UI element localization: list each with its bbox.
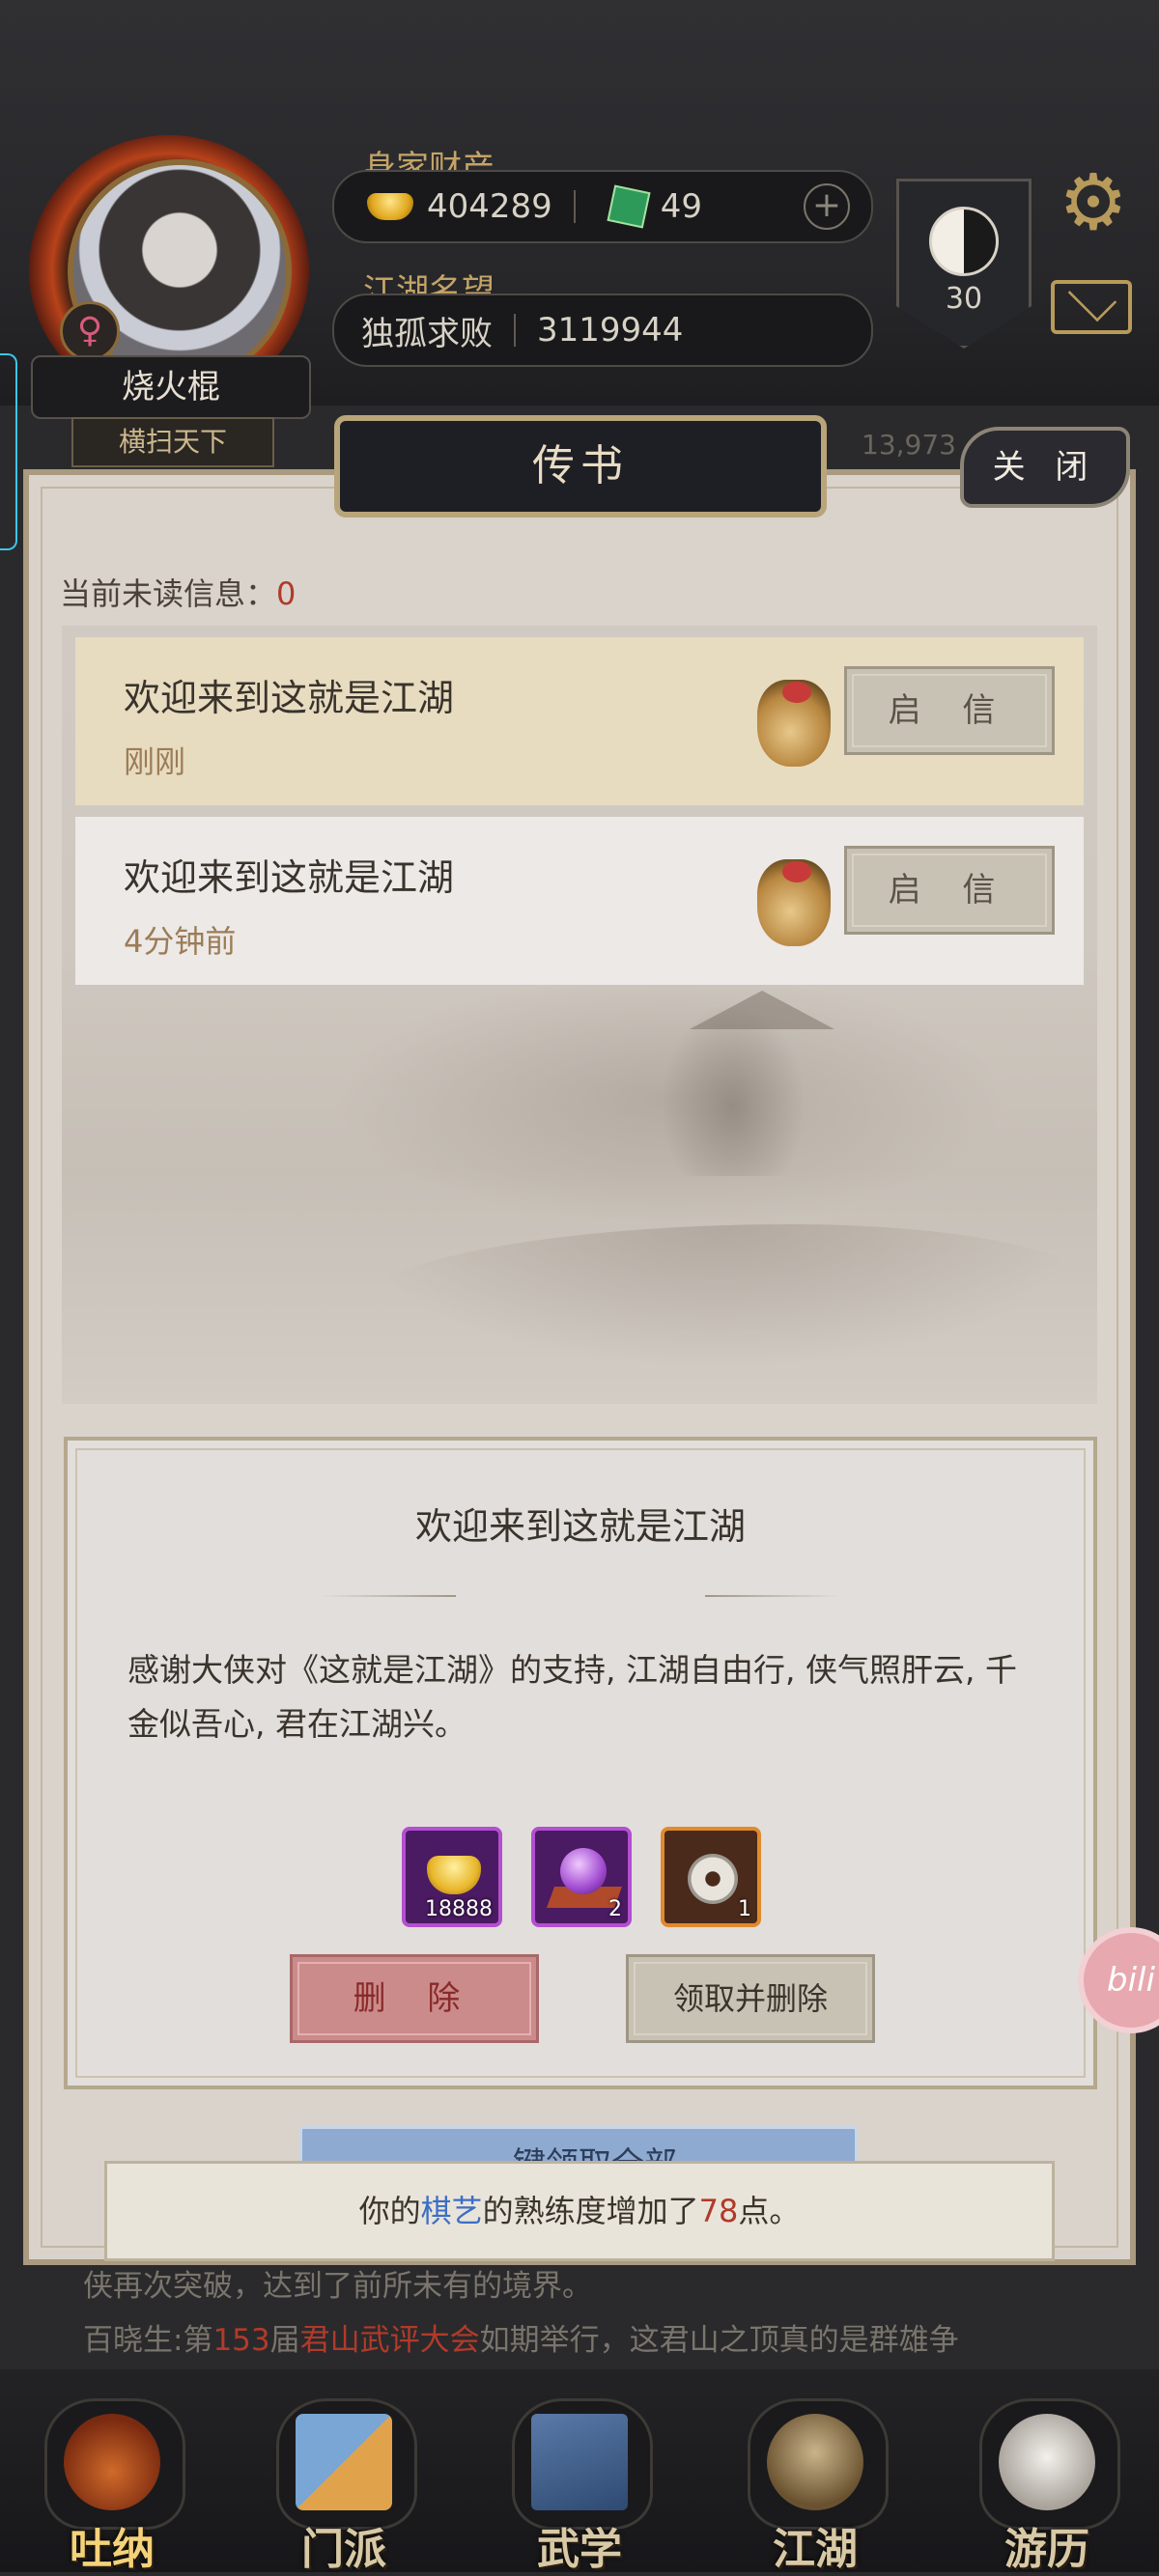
news-number: 153 xyxy=(212,2323,270,2358)
detail-title: 欢迎来到这就是江湖 xyxy=(414,1505,746,1548)
nav-jianghu[interactable]: 江湖 xyxy=(738,2389,892,2574)
toast-suffix: 点。 xyxy=(738,2193,801,2229)
jade-amount: 49 xyxy=(660,187,703,226)
player-title: 横扫天下 xyxy=(71,417,274,467)
jade-disc-icon xyxy=(688,1854,738,1904)
reward-gold-ingot[interactable]: 18888 xyxy=(402,1827,502,1927)
ornament-right xyxy=(705,1595,840,1597)
nav-martial[interactable]: 武学 xyxy=(502,2389,657,2574)
mail-time: 刚刚 xyxy=(124,743,186,780)
reputation-bar: 独孤求败 3119944 xyxy=(332,294,873,367)
reputation-title: 独孤求败 xyxy=(361,314,493,353)
mail-subject: 欢迎来到这就是江湖 xyxy=(124,677,455,719)
gold-ingot-icon xyxy=(427,1856,481,1894)
nav-travel[interactable]: 游历 xyxy=(970,2389,1124,2574)
news-line: 侠再次突破，达到了前所未有的境界。 xyxy=(83,2269,592,2304)
unread-count: 0 xyxy=(276,575,297,612)
pouch-knot xyxy=(782,682,811,703)
fisherman-art xyxy=(661,1002,806,1176)
nav-tuna[interactable]: 吐纳 xyxy=(35,2389,189,2574)
news-event: 君山武评大会 xyxy=(299,2323,480,2358)
toast-middle: 的熟练度增加了 xyxy=(482,2193,699,2229)
reward-count: 2 xyxy=(608,1897,622,1921)
player-name: 烧火棍 xyxy=(31,355,311,419)
reward-jade-disc[interactable]: 1 xyxy=(661,1827,761,1927)
reward-count: 18888 xyxy=(425,1897,493,1921)
jade-icon xyxy=(607,184,651,229)
female-gender-icon: ♀ xyxy=(60,301,120,361)
open-letter-button[interactable]: 启 信 xyxy=(844,666,1055,755)
letter-detail: 欢迎来到这就是江湖 感谢大侠对《这就是江湖》的支持, 江湖自由行, 侠气照肝云,… xyxy=(64,1437,1097,2089)
pouch-knot xyxy=(782,861,811,882)
news-line: 百晓生:第153届君山武评大会如期举行，这君山之顶真的是群雄争 xyxy=(83,2315,959,2359)
divider xyxy=(514,314,516,347)
mail-item[interactable]: 欢迎来到这就是江湖 刚刚 启 信 xyxy=(75,637,1084,805)
horse-icon xyxy=(999,2414,1095,2510)
open-letter-button[interactable]: 启 信 xyxy=(844,846,1055,935)
news-text: 如期举行，这君山之顶真的是群雄争 xyxy=(479,2323,959,2358)
mail-list: 欢迎来到这就是江湖 刚刚 启 信 欢迎来到这就是江湖 4分钟前 启 信 xyxy=(62,626,1097,1404)
reward-count: 1 xyxy=(738,1897,751,1921)
toast-skill: 棋艺 xyxy=(420,2193,483,2229)
panel-title: 传书 xyxy=(334,415,827,518)
gear-icon[interactable]: ⚙ xyxy=(1055,164,1132,241)
news-text: 百晓生:第 xyxy=(83,2323,213,2358)
nav-label: 吐纳 xyxy=(70,2525,155,2574)
banner-icon xyxy=(296,2414,392,2510)
delete-button[interactable]: 删 除 xyxy=(290,1954,539,2043)
toast-value: 78 xyxy=(698,2193,739,2229)
background-number: 13,973 xyxy=(862,429,956,461)
side-tab-edge[interactable] xyxy=(0,353,17,550)
unread-label: 当前未读信息： xyxy=(60,575,277,612)
yinyang-icon xyxy=(929,207,999,276)
mail-time: 4分钟前 xyxy=(124,923,237,960)
level-number: 30 xyxy=(945,282,983,316)
nav-label: 门派 xyxy=(301,2525,386,2574)
nav-label: 江湖 xyxy=(773,2525,858,2574)
gourd-icon xyxy=(64,2414,160,2510)
recharge-plus-button[interactable]: + xyxy=(804,183,850,230)
purple-orb-icon xyxy=(560,1848,607,1894)
ink-rock-art xyxy=(352,1224,1086,1369)
unread-info: 当前未读信息：0 xyxy=(60,570,296,614)
claim-and-delete-button[interactable]: 领取并删除 xyxy=(626,1954,875,2043)
mail-subject: 欢迎来到这就是江湖 xyxy=(124,856,455,899)
nav-label: 游历 xyxy=(1004,2525,1089,2574)
news-text: 届 xyxy=(269,2323,300,2358)
toast-prefix: 你的 xyxy=(358,2193,421,2229)
reward-purple-orb[interactable]: 2 xyxy=(531,1827,632,1927)
silver-ingot-icon xyxy=(367,193,413,220)
reputation-value: 3119944 xyxy=(537,311,684,350)
ornament-left xyxy=(321,1595,456,1597)
nav-label: 武学 xyxy=(537,2525,622,2574)
wealth-bar: 404289 49 + xyxy=(332,170,873,243)
straw-hat-icon xyxy=(767,2414,863,2510)
nav-sect[interactable]: 门派 xyxy=(267,2389,421,2574)
silver-amount: 404289 xyxy=(427,187,552,226)
detail-body: 感谢大侠对《这就是江湖》的支持, 江湖自由行, 侠气照肝云, 千金似吾心, 君在… xyxy=(127,1651,1017,1743)
divider xyxy=(573,190,576,223)
mail-item[interactable]: 欢迎来到这就是江湖 4分钟前 启 信 xyxy=(75,817,1084,985)
close-button[interactable]: 关 闭 xyxy=(960,427,1130,508)
scroll-book-icon xyxy=(531,2414,628,2510)
envelope-icon[interactable] xyxy=(1051,280,1132,334)
proficiency-toast: 你的棋艺的熟练度增加了78点。 xyxy=(104,2161,1055,2261)
